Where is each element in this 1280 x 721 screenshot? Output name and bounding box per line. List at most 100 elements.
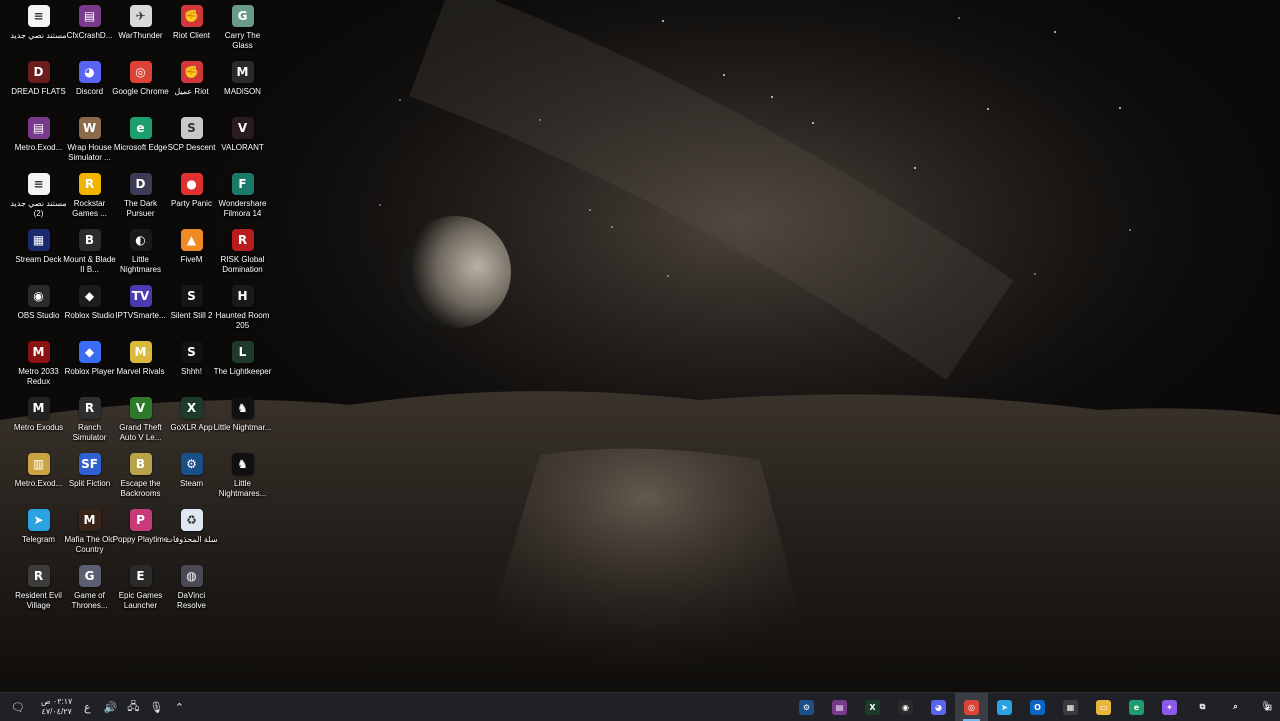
mount-blade-icon: B (78, 229, 101, 251)
taskbar-task-view-button[interactable]: ⧉ (1186, 693, 1219, 721)
riot-client-icon: ✊ (180, 5, 203, 27)
desktop-icon[interactable]: W Wrap House Simulator ... (64, 114, 115, 170)
desktop-icon[interactable]: G Carry The Glass (217, 2, 268, 58)
winrar-icon: ▤ (78, 5, 101, 27)
desktop-icon[interactable]: F Wondershare Filmora 14 (217, 170, 268, 226)
taskbar-search-button[interactable]: ⌕ (1219, 693, 1252, 721)
epic-games-icon: E (129, 565, 152, 587)
metro-2033-icon: M (27, 341, 50, 363)
desktop-icon[interactable]: R Rockstar Games ... (64, 170, 115, 226)
microsoft-store-icon: ▦ (1063, 699, 1078, 715)
desktop-icon[interactable]: V VALORANT (217, 114, 268, 170)
desktop-icon[interactable]: H Haunted Room 205 (216, 282, 269, 338)
network-icon[interactable]: 🖧 (125, 698, 141, 717)
desktop-icon[interactable]: ● Party Panic (166, 170, 217, 226)
desktop-icon[interactable]: ▲ FiveM (166, 226, 217, 282)
desktop-icon[interactable]: S Shhh! (166, 338, 217, 394)
desktop-icon-label: The Lightkeeper (213, 367, 272, 376)
desktop-icon[interactable]: ◆ Roblox Studio (64, 282, 115, 338)
desktop-icon-label: Stream Deck (15, 255, 62, 264)
taskbar-edge-button[interactable]: e (1120, 693, 1153, 721)
desktop-icon[interactable]: ♞ Little Nightmar... (214, 394, 271, 450)
desktop-icon[interactable]: TV IPTVSmarte... (115, 282, 166, 338)
desktop-icon[interactable]: ◉ OBS Studio (13, 282, 64, 338)
desktop-icon[interactable]: ✈ WarThunder (115, 2, 166, 58)
desktop-icon[interactable]: B Mount & Blade II B... (63, 226, 116, 282)
desktop-icon[interactable]: ◐ Little Nightmares (115, 226, 166, 282)
desktop-icon-label: IPTVSmarte... (115, 311, 166, 320)
desktop-icon-label: Google Chrome (112, 87, 169, 96)
desktop-icon[interactable]: L The Lightkeeper (214, 338, 271, 394)
desktop-icon[interactable]: ◍ DaVinci Resolve (166, 562, 217, 618)
shhh-icon: S (180, 341, 203, 363)
volume-icon[interactable]: 🔊 (102, 701, 118, 714)
clock[interactable]: ٠٢:١٧ ص ٤٧/٠٤/٢٧ (41, 697, 72, 717)
dark-pursuer-icon: D (129, 173, 152, 195)
desktop-icon[interactable]: M Marvel Rivals (115, 338, 166, 394)
desktop-icon[interactable]: ▦ Stream Deck (13, 226, 64, 282)
desktop-icon[interactable]: X GoXLR App (166, 394, 217, 450)
language-indicator[interactable]: ع (79, 701, 95, 714)
notification-icon[interactable]: 🗨 (10, 701, 26, 714)
desktop-icon-label: Split Fiction (68, 479, 111, 488)
desktop-icon[interactable]: M MADiSON (217, 58, 268, 114)
desktop-icon[interactable]: D DREAD FLATS (11, 58, 66, 114)
microphone-icon[interactable]: 🎙 (148, 701, 164, 714)
taskbar-winrar-button[interactable]: ▤ (823, 693, 856, 721)
valorant-icon: V (231, 117, 254, 139)
desktop-icon[interactable]: SF Split Fiction (64, 450, 115, 506)
chevron-up-icon[interactable]: ⌃ (171, 701, 187, 714)
desktop-icon[interactable]: B Escape the Backrooms (115, 450, 166, 506)
desktop-icon[interactable]: ♻ سلة المحذوفات (165, 506, 218, 562)
desktop-icon-label: Mafia The Old Country (64, 535, 115, 554)
chrome-icon: ◎ (964, 699, 979, 715)
risk-icon: R (231, 229, 254, 251)
taskbar-copilot-button[interactable]: ✦ (1153, 693, 1186, 721)
desktop-icon[interactable]: G Game of Thrones... (64, 562, 115, 618)
desktop-icon-label: RISK Global Domination (220, 255, 265, 274)
haunted-room-icon: H (231, 285, 254, 307)
taskbar-goxlr-button[interactable]: X (856, 693, 889, 721)
mic-status-icon: 🎙 (1260, 702, 1272, 712)
desktop-icon[interactable]: M Mafia The Old Country (64, 506, 115, 562)
desktop-icon[interactable]: R Resident Evil Village (13, 562, 64, 618)
desktop-icon-label: Grand Theft Auto V Le... (119, 423, 162, 442)
desktop-icon[interactable]: S Silent Still 2 (166, 282, 217, 338)
desktop-icon[interactable]: ◕ Discord (64, 58, 115, 114)
desktop-icon[interactable]: ♞ Little Nightmares... (217, 450, 268, 506)
desktop-icon-label: Shhh! (181, 367, 202, 376)
metro-exodus-icon: M (27, 397, 50, 419)
desktop-icon[interactable]: V Grand Theft Auto V Le... (115, 394, 166, 450)
taskbar-obs-button[interactable]: ◉ (889, 693, 922, 721)
taskbar-file-explorer-button[interactable]: ▭ (1087, 693, 1120, 721)
desktop-icon[interactable]: M Metro Exodus (13, 394, 64, 450)
desktop-icon[interactable]: R Ranch Simulator (64, 394, 115, 450)
desktop-icon[interactable]: ➤ Telegram (13, 506, 64, 562)
desktop-icon[interactable]: ⚙ Steam (166, 450, 217, 506)
desktop-icon[interactable]: S SCP Descent (166, 114, 217, 170)
desktop-icon[interactable]: ≡ مستند نصي جديد (10, 2, 67, 58)
desktop-icon[interactable]: R RISK Global Domination (217, 226, 268, 282)
desktop-icon[interactable]: P Poppy Playtime (113, 506, 168, 562)
taskbar-discord-button[interactable]: ◕ (922, 693, 955, 721)
taskbar-telegram-button[interactable]: ➤ (988, 693, 1021, 721)
desktop-icon[interactable]: ✊ عميل Riot (166, 58, 217, 114)
taskbar-steam-button[interactable]: ⚙ (790, 693, 823, 721)
desktop-icon[interactable]: ◎ Google Chrome (112, 58, 169, 114)
taskbar-outlook-button[interactable]: O (1021, 693, 1054, 721)
desktop-icon[interactable]: ≡ مستند نصي جديد (2) (10, 170, 67, 226)
desktop-icon[interactable]: ◆ Roblox Player (64, 338, 115, 394)
desktop-icon[interactable]: ▤ CfxCrashD... (64, 2, 115, 58)
desktop-icon[interactable]: E Epic Games Launcher (115, 562, 166, 618)
desktop-icon[interactable]: M Metro 2033 Redux (13, 338, 64, 394)
little-nightmares-icon: ◐ (129, 229, 152, 251)
desktop-icon[interactable]: D The Dark Pursuer (115, 170, 166, 226)
desktop-icon[interactable]: ▥ Metro.Exod... (13, 450, 64, 506)
war-thunder-icon: ✈ (129, 5, 152, 27)
split-fiction-icon: SF (78, 453, 101, 475)
desktop-icon[interactable]: ▤ Metro.Exod... (13, 114, 64, 170)
taskbar-chrome-button[interactable]: ◎ (955, 693, 988, 721)
desktop-icon[interactable]: e Microsoft Edge (114, 114, 167, 170)
desktop-icon[interactable]: ✊ Riot Client (166, 2, 217, 58)
taskbar-store-button[interactable]: ▦ (1054, 693, 1087, 721)
